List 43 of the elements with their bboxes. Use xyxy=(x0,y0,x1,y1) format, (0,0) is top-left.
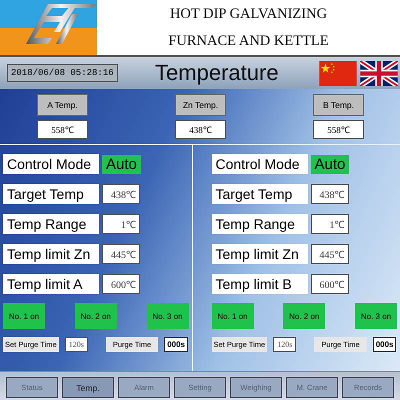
parameter-value[interactable]: 1℃ xyxy=(310,214,348,234)
parameter-value[interactable]: 600℃ xyxy=(310,274,348,294)
nav-tab[interactable]: Temp. xyxy=(62,377,114,398)
burner-button[interactable]: No. 3 on xyxy=(146,303,188,329)
parameter-value[interactable]: 438℃ xyxy=(310,184,348,204)
mode-indicator: Auto xyxy=(102,154,141,174)
temperature-value: 438℃ xyxy=(175,120,226,139)
parameter-label: Target Temp xyxy=(3,184,99,204)
screen-title: Temperature xyxy=(154,60,280,86)
parameter-label: Control Mode xyxy=(212,154,308,174)
set-purge-field[interactable]: 120s xyxy=(273,337,296,352)
burner-button[interactable]: No. 2 on xyxy=(283,303,326,329)
parameter-value[interactable]: 600℃ xyxy=(102,274,140,294)
purge-time-value: 000s xyxy=(164,337,188,352)
sensor-button[interactable]: A Temp. xyxy=(37,94,88,116)
parameter-label: Temp Range xyxy=(3,214,99,234)
parameter-value[interactable]: 445℃ xyxy=(310,244,348,264)
header-title: FURNACE AND KETTLE xyxy=(168,32,329,50)
parameter-label: Control Mode xyxy=(3,154,99,174)
parameter-value[interactable]: 445℃ xyxy=(102,244,140,264)
parameter-label: Target Temp xyxy=(212,184,308,204)
parameter-label: Temp limit B xyxy=(212,274,308,294)
temperature-value: 558℃ xyxy=(37,120,88,139)
temperature-value: 558℃ xyxy=(313,120,364,139)
uk-flag-icon[interactable] xyxy=(360,60,398,86)
parameter-label: Temp limit Zn xyxy=(212,244,308,264)
parameter-value[interactable]: 1℃ xyxy=(102,214,140,234)
parameter-value[interactable]: 438℃ xyxy=(102,184,140,204)
date-time-display: 2018/06/08 05:28:16 xyxy=(7,64,118,82)
burner-button[interactable]: No. 1 on xyxy=(212,303,254,329)
set-purge-field[interactable]: 120s xyxy=(64,337,88,352)
parameter-label: Temp limit Zn xyxy=(3,244,99,264)
sensor-button[interactable]: Zn Temp. xyxy=(175,94,226,116)
sensor-button[interactable]: B Temp. xyxy=(313,94,364,116)
mode-indicator: Auto xyxy=(310,154,350,174)
burner-button[interactable]: No. 1 on xyxy=(3,303,45,329)
parameter-label: Temp Range xyxy=(212,214,308,234)
burner-button[interactable]: No. 2 on xyxy=(74,303,117,329)
header-title: HOT DIP GALVANIZING xyxy=(170,6,328,22)
burner-button[interactable]: No. 3 on xyxy=(355,303,397,329)
china-flag-icon[interactable] xyxy=(319,60,357,86)
parameter-label: Temp limit A xyxy=(3,274,99,294)
purge-time-value: 000s xyxy=(372,337,396,352)
